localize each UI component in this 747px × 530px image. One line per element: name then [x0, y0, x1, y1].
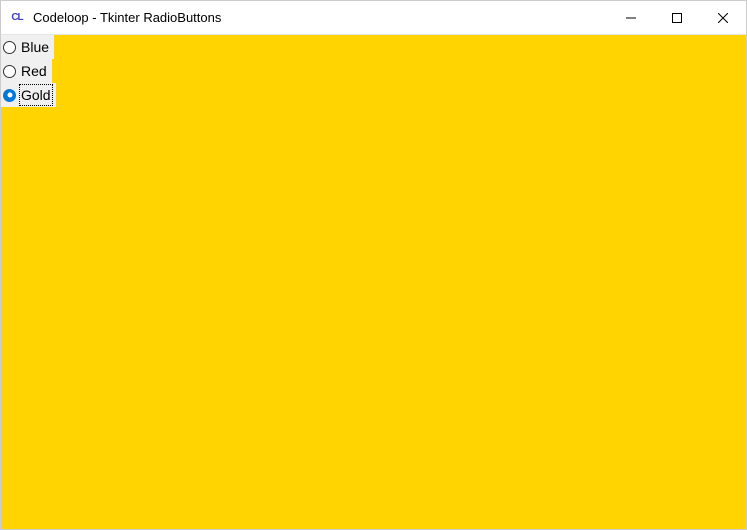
radio-label: Gold: [20, 85, 52, 105]
window-title: Codeloop - Tkinter RadioButtons: [33, 10, 608, 25]
minimize-button[interactable]: [608, 1, 654, 34]
radio-circle-icon: [3, 89, 16, 102]
radio-gold[interactable]: Gold: [1, 83, 56, 107]
client-area: Blue Red Gold: [1, 35, 746, 529]
maximize-button[interactable]: [654, 1, 700, 34]
titlebar: CL Codeloop - Tkinter RadioButtons: [1, 1, 746, 35]
radio-label: Blue: [20, 37, 50, 57]
maximize-icon: [672, 13, 682, 23]
app-icon: CL: [9, 10, 25, 26]
app-window: CL Codeloop - Tkinter RadioButtons Blue …: [0, 0, 747, 530]
radio-group: Blue Red Gold: [1, 35, 56, 107]
close-icon: [718, 13, 728, 23]
window-controls: [608, 1, 746, 34]
radio-blue[interactable]: Blue: [1, 35, 54, 59]
radio-circle-icon: [3, 41, 16, 54]
close-button[interactable]: [700, 1, 746, 34]
radio-label: Red: [20, 61, 48, 81]
radio-circle-icon: [3, 65, 16, 78]
minimize-icon: [626, 13, 636, 23]
radio-red[interactable]: Red: [1, 59, 52, 83]
